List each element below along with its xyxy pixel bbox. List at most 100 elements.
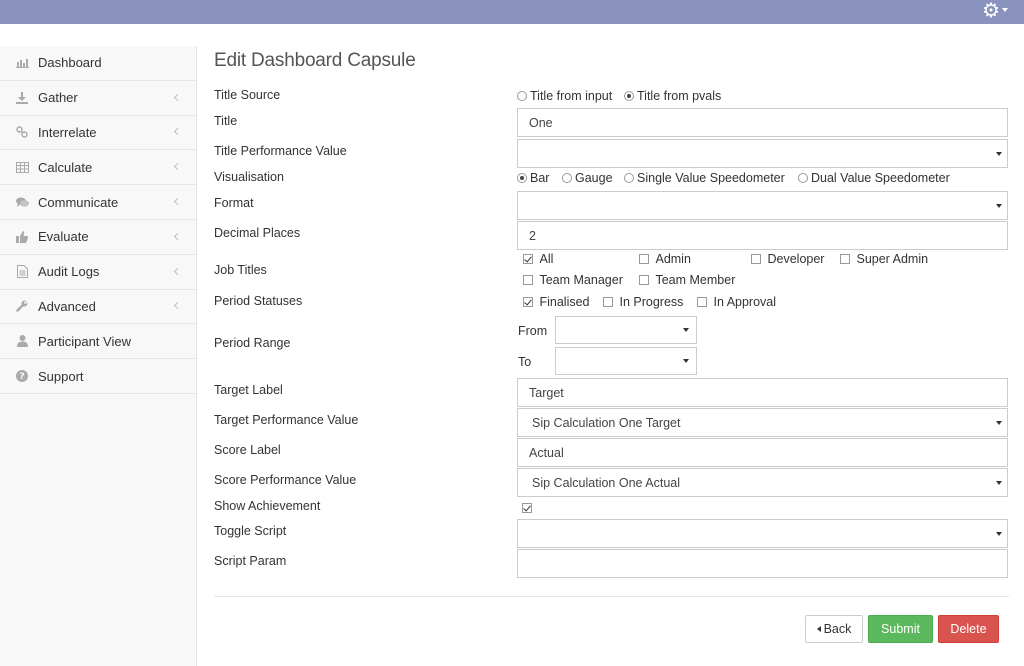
dual-value-speedometer-option[interactable]: Dual Value Speedometer <box>798 171 950 185</box>
sidebar-item-advanced[interactable]: Advanced <box>0 290 196 325</box>
sidebar: Dashboard Gather Interrelate Calculate C… <box>0 46 197 666</box>
sidebar-item-calculate[interactable]: Calculate <box>0 150 196 186</box>
back-button[interactable]: Back <box>805 615 863 643</box>
radio-title-from-pvals[interactable] <box>624 91 634 101</box>
sidebar-item-label: Evaluate <box>38 229 89 245</box>
period-from-select[interactable] <box>555 316 697 344</box>
form-divider <box>214 596 1009 597</box>
score-performance-value-select[interactable]: Sip Calculation One Actual <box>517 468 1008 497</box>
title-from-input-option[interactable]: Title from input <box>517 89 612 103</box>
radio-bar[interactable] <box>517 173 527 183</box>
caret-down-icon <box>683 328 689 332</box>
thumbs-up-icon <box>14 230 30 244</box>
link-icon <box>14 125 30 139</box>
radio-title-from-input[interactable] <box>517 91 527 101</box>
title-input[interactable]: One <box>517 108 1008 137</box>
job-title-developer[interactable]: Developer <box>751 252 824 266</box>
sidebar-item-evaluate[interactable]: Evaluate <box>0 220 196 255</box>
status-finalised[interactable]: Finalised <box>523 295 590 309</box>
visualisation-label: Visualisation <box>214 170 284 184</box>
title-performance-value-select[interactable] <box>517 139 1008 168</box>
sidebar-item-interrelate[interactable]: Interrelate <box>0 116 196 151</box>
sidebar-item-label: Interrelate <box>38 124 97 140</box>
chevron-left-icon <box>173 232 182 240</box>
bar-chart-icon <box>14 56 30 70</box>
period-range-label: Period Range <box>214 336 291 350</box>
wrench-icon <box>14 299 30 313</box>
decimal-places-input[interactable]: 2 <box>517 221 1008 250</box>
checkbox-super-admin[interactable] <box>840 254 850 264</box>
sidebar-item-label: Communicate <box>38 194 119 210</box>
sidebar-item-label: Gather <box>38 90 78 106</box>
job-title-super-admin[interactable]: Super Admin <box>840 252 928 266</box>
checkbox-show-achievement[interactable] <box>522 503 532 513</box>
sidebar-item-audit-logs[interactable]: Audit Logs <box>0 255 196 290</box>
caret-down-icon <box>996 421 1002 425</box>
target-performance-value-select[interactable]: Sip Calculation One Target <box>517 408 1008 437</box>
status-in-progress[interactable]: In Progress <box>603 295 683 309</box>
svg-text:?: ? <box>19 372 24 382</box>
sidebar-item-label: Calculate <box>38 159 93 175</box>
checkbox-finalised[interactable] <box>523 297 533 307</box>
checkbox-team-manager[interactable] <box>523 275 533 285</box>
sidebar-item-support[interactable]: ? Support <box>0 359 196 394</box>
job-title-all[interactable]: All <box>523 252 553 266</box>
bar-option[interactable]: Bar <box>517 171 549 185</box>
radio-dual-value-speedometer[interactable] <box>798 173 808 183</box>
user-icon <box>14 334 30 348</box>
show-achievement-checkbox-wrap[interactable] <box>522 501 535 515</box>
gear-icon[interactable]: ⚙ <box>982 1 1000 21</box>
edit-capsule-form: Edit Dashboard Capsule Title Source Titl… <box>214 46 1009 643</box>
target-label-input[interactable]: Target <box>517 378 1008 407</box>
status-in-approval[interactable]: In Approval <box>697 295 776 309</box>
checkbox-developer[interactable] <box>751 254 761 264</box>
sidebar-item-gather[interactable]: Gather <box>0 81 196 116</box>
show-achievement-label: Show Achievement <box>214 499 321 513</box>
score-label-input[interactable]: Actual <box>517 438 1008 467</box>
job-title-team-manager[interactable]: Team Manager <box>523 273 623 287</box>
job-title-team-member[interactable]: Team Member <box>639 273 735 287</box>
delete-button[interactable]: Delete <box>938 615 999 643</box>
top-bar: ⚙ <box>0 0 1024 24</box>
chevron-left-icon <box>173 128 182 136</box>
job-title-admin[interactable]: Admin <box>639 252 691 266</box>
sidebar-item-dashboard[interactable]: Dashboard <box>0 46 196 81</box>
chevron-left-icon <box>173 198 182 206</box>
file-icon <box>14 265 30 279</box>
comments-icon <box>14 195 30 209</box>
download-icon <box>14 91 30 105</box>
checkbox-in-progress[interactable] <box>603 297 613 307</box>
checkbox-all[interactable] <box>523 254 533 264</box>
chevron-left-icon <box>173 302 182 310</box>
sidebar-item-communicate[interactable]: Communicate <box>0 185 196 220</box>
caret-down-icon <box>996 204 1002 208</box>
period-to-select[interactable] <box>555 347 697 375</box>
score-label-label: Score Label <box>214 443 281 457</box>
submit-button[interactable]: Submit <box>868 615 933 643</box>
toggle-script-select[interactable] <box>517 519 1008 548</box>
to-label: To <box>518 355 532 369</box>
caret-down-icon <box>996 481 1002 485</box>
caret-left-icon <box>816 626 821 632</box>
checkbox-admin[interactable] <box>639 254 649 264</box>
title-from-pvals-option[interactable]: Title from pvals <box>624 89 721 103</box>
target-performance-value-label: Target Performance Value <box>214 413 359 427</box>
single-value-speedometer-option[interactable]: Single Value Speedometer <box>624 171 785 185</box>
table-icon <box>14 160 30 174</box>
gauge-option[interactable]: Gauge <box>562 171 613 185</box>
radio-gauge[interactable] <box>562 173 572 183</box>
radio-single-value-speedometer[interactable] <box>624 173 634 183</box>
decimal-places-label: Decimal Places <box>214 226 301 240</box>
question-icon: ? <box>14 369 30 383</box>
script-param-input[interactable] <box>517 549 1008 578</box>
caret-down-icon[interactable] <box>1002 8 1008 12</box>
chevron-left-icon <box>173 267 182 275</box>
chevron-left-icon <box>173 163 182 171</box>
sidebar-item-label: Dashboard <box>38 55 102 71</box>
score-performance-value-label: Score Performance Value <box>214 473 357 487</box>
sidebar-item-participant-view[interactable]: Participant View <box>0 324 196 360</box>
format-select[interactable] <box>517 191 1008 220</box>
checkbox-in-approval[interactable] <box>697 297 707 307</box>
caret-down-icon <box>996 532 1002 536</box>
checkbox-team-member[interactable] <box>639 275 649 285</box>
